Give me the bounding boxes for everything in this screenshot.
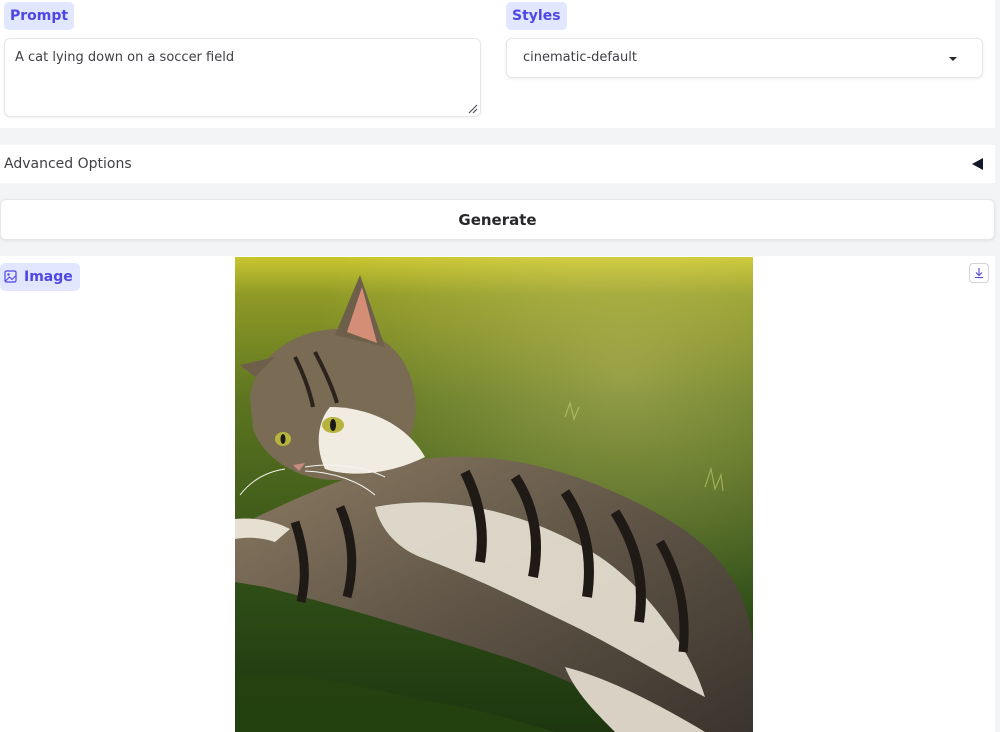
generated-cat-image bbox=[235, 257, 753, 732]
advanced-options-label: Advanced Options bbox=[4, 156, 132, 172]
resize-grip-icon[interactable] bbox=[468, 104, 478, 114]
prompt-text: A cat lying down on a soccer field bbox=[15, 50, 235, 65]
image-label-chip: Image bbox=[0, 263, 80, 291]
image-output-panel: Image bbox=[0, 256, 995, 732]
styles-selected-value: cinematic-default bbox=[523, 50, 637, 65]
image-label: Image bbox=[24, 269, 73, 285]
image-icon bbox=[4, 270, 17, 283]
chevron-down-icon bbox=[949, 57, 957, 61]
generate-button[interactable]: Generate bbox=[0, 199, 995, 240]
prompt-label: Prompt bbox=[4, 2, 75, 30]
styles-dropdown[interactable]: cinematic-default bbox=[506, 38, 983, 78]
prompt-textarea[interactable]: A cat lying down on a soccer field bbox=[4, 38, 481, 117]
input-panel: Prompt A cat lying down on a soccer fiel… bbox=[0, 0, 995, 128]
advanced-options-accordion[interactable]: Advanced Options bbox=[0, 145, 995, 183]
app-page: Prompt A cat lying down on a soccer fiel… bbox=[0, 0, 1000, 732]
download-icon bbox=[975, 268, 983, 279]
download-button[interactable] bbox=[969, 263, 989, 283]
styles-label: Styles bbox=[506, 2, 567, 30]
collapse-arrow-icon bbox=[972, 158, 983, 170]
